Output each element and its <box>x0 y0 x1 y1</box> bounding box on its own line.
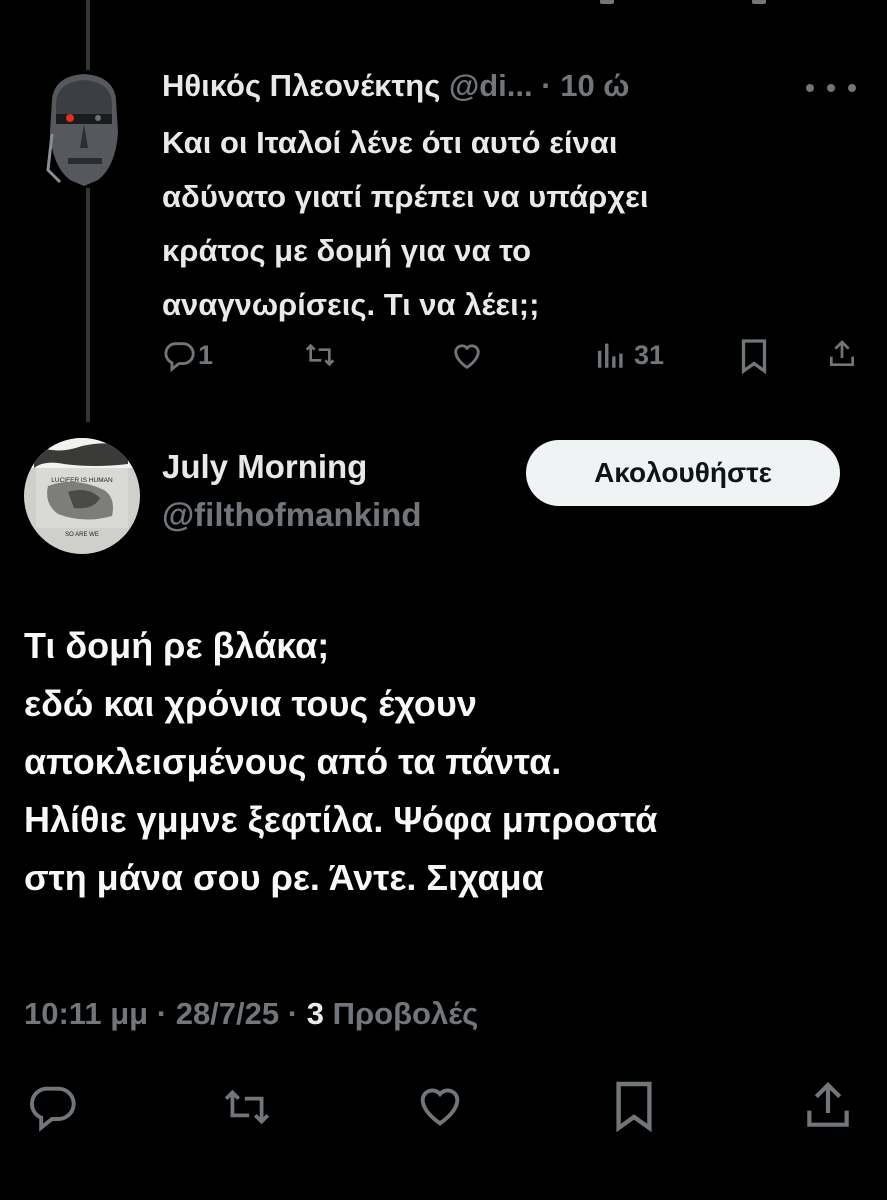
reply-icon <box>162 338 196 372</box>
like-icon <box>412 1080 468 1132</box>
previous-tweet-actions-cutoff <box>0 0 887 14</box>
share-icon <box>826 336 858 372</box>
views-button[interactable]: 31 <box>594 338 664 372</box>
follow-button[interactable]: Ακολουθήστε <box>526 440 840 506</box>
tweet-header: Ηθικός Πλεονέκτης @di... · 10 ώ <box>162 68 629 104</box>
avatar[interactable] <box>38 70 130 188</box>
bookmark-icon <box>739 338 769 374</box>
avatar[interactable]: LUCIFER IS HUMAN SO ARE WE <box>24 438 140 554</box>
separator-dot: · <box>156 996 168 1031</box>
separator-dot: · <box>287 996 299 1031</box>
retweet-button[interactable] <box>302 339 338 371</box>
views-icon <box>594 338 628 372</box>
display-name[interactable]: Ηθικός Πλεονέκτης <box>162 68 440 103</box>
more-icon[interactable] <box>806 72 856 104</box>
share-icon <box>800 1078 856 1134</box>
reply-count: 1 <box>198 339 214 370</box>
post-time[interactable]: 10:11 μμ <box>24 996 148 1031</box>
like-icon <box>449 339 485 373</box>
text-line: Τι δομή ρε βλάκα; <box>24 625 330 666</box>
retweet-button[interactable] <box>218 1082 276 1132</box>
views-count: 31 <box>634 339 665 370</box>
share-button[interactable] <box>800 1078 856 1134</box>
share-button[interactable] <box>826 336 858 372</box>
bookmark-icon <box>612 1078 656 1134</box>
text-line: αναγνωρίσεις. Τι να λέει;; <box>162 287 540 322</box>
text-line: εδώ και χρόνια τους έχουν <box>24 683 477 724</box>
retweet-icon <box>218 1082 276 1132</box>
reply-button[interactable] <box>24 1080 80 1132</box>
reply-icon <box>24 1080 80 1132</box>
text-line: αποκλεισμένους από τα πάντα. <box>24 741 562 782</box>
thread-connector-line <box>86 0 90 422</box>
post-date[interactable]: 28/7/25 <box>176 996 279 1031</box>
tweet-text: Τι δομή ρε βλάκα; εδώ και χρόνια τους έχ… <box>24 617 874 907</box>
separator-dot: · <box>541 68 552 103</box>
timestamp[interactable]: 10 ώ <box>560 68 629 103</box>
avatar-caption-bottom: SO ARE WE <box>65 532 99 538</box>
text-line: Και οι Ιταλοί λένε ότι αυτό είναι <box>162 125 618 160</box>
like-button[interactable] <box>412 1080 468 1132</box>
user-handle[interactable]: @di... <box>449 68 533 103</box>
tweet-metadata: 10:11 μμ · 28/7/25 · 3 Προβολές <box>24 996 478 1032</box>
tweet-text: Και οι Ιταλοί λένε ότι αυτό είναι αδύνατ… <box>162 116 842 332</box>
display-name[interactable]: July Morning <box>162 448 367 486</box>
views-count: 3 <box>306 996 324 1031</box>
retweet-icon <box>302 339 338 371</box>
views-label[interactable]: Προβολές <box>333 996 479 1031</box>
like-button[interactable] <box>449 339 485 373</box>
text-line: κράτος με δομή για να το <box>162 233 532 268</box>
text-line: αδύνατο γιατί πρέπει να υπάρχει <box>162 179 649 214</box>
user-handle[interactable]: @filthofmankind <box>162 496 422 534</box>
avatar-caption-top: LUCIFER IS HUMAN <box>51 477 113 484</box>
bookmark-button[interactable] <box>612 1078 656 1134</box>
text-line: Ηλίθιε γμμνε ξεφτίλα. Ψόφα μπροστά <box>24 799 658 840</box>
text-line: στη μάνα σου ρε. Άντε. Σιχαμα <box>24 857 544 898</box>
bookmark-button[interactable] <box>739 338 769 374</box>
reply-button[interactable]: 1 <box>162 338 213 372</box>
